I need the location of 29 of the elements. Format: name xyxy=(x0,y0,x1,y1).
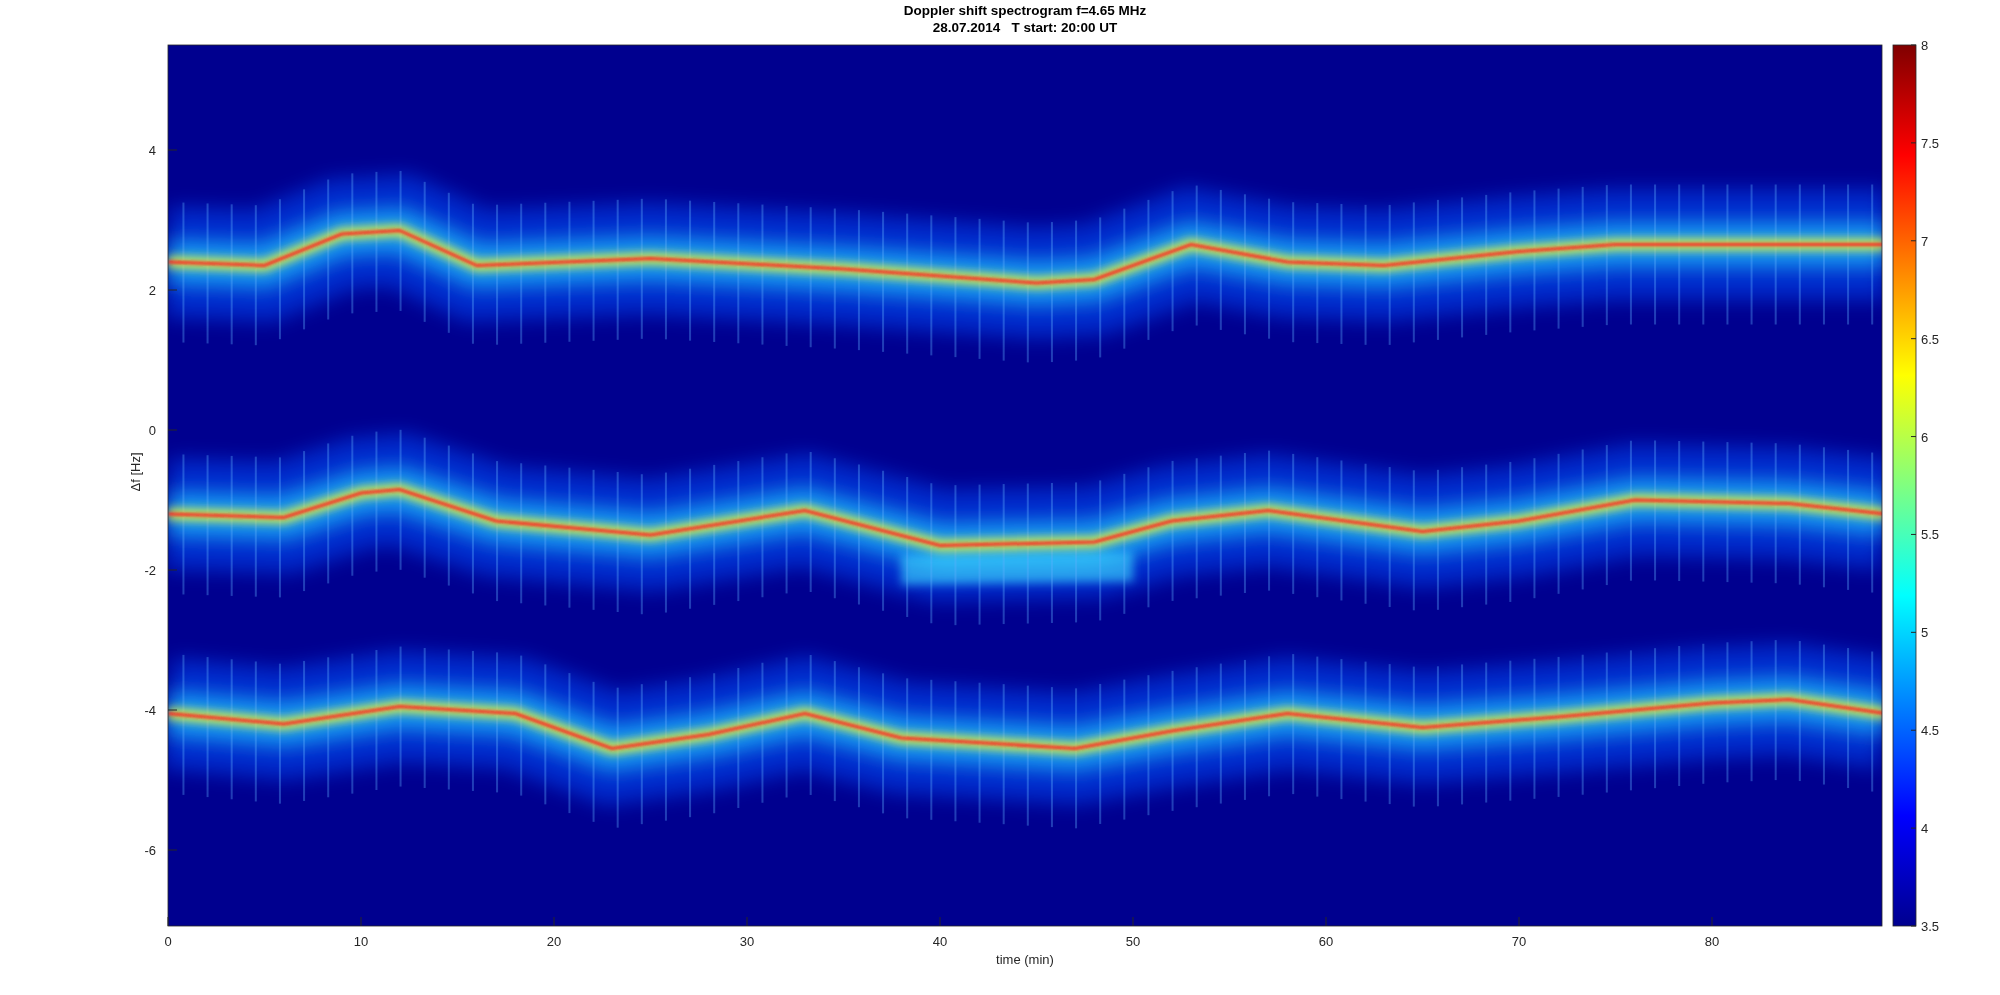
colorbar-tick-label: 8 xyxy=(1921,38,1929,53)
chart-title: 28.07.2014 T start: 20:00 UT xyxy=(932,20,1118,35)
axis-tick-label: 2 xyxy=(148,283,156,298)
axis-tick-label: 40 xyxy=(932,934,948,949)
colorbar-tick-label: 4 xyxy=(1921,821,1929,837)
axis-tick-label: 20 xyxy=(546,934,562,949)
colorbar-tick-label: 6.5 xyxy=(1921,331,1940,347)
axis-tick-label: 60 xyxy=(1318,934,1334,949)
axis-tick-label: 4 xyxy=(148,143,156,158)
colorbar-tick-label: 6 xyxy=(1921,429,1929,445)
colorbar-tick-label: 7 xyxy=(1921,233,1929,249)
colorbar-tick-label: 7.5 xyxy=(1921,135,1940,151)
axis-tick-label: -2 xyxy=(144,563,156,578)
chart-title: Doppler shift spectrogram f=4.65 MHz xyxy=(903,3,1147,18)
axis-tick-label: 30 xyxy=(739,934,755,949)
colorbar-tick-label: 5 xyxy=(1921,625,1929,641)
colorbar-tick-label: 5.5 xyxy=(1921,527,1940,543)
axis-tick-label: 0 xyxy=(164,934,172,949)
axis-tick-label: 0 xyxy=(148,423,156,438)
axis-tick-label: 10 xyxy=(353,934,369,949)
axis-label: time (min) xyxy=(996,952,1054,967)
axis-label: Δf [Hz] xyxy=(128,452,143,492)
axis-tick-label: 70 xyxy=(1511,934,1527,949)
colorbar-tick-label: 3.5 xyxy=(1921,919,1940,934)
axis-tick-label: 80 xyxy=(1704,934,1720,949)
axis-tick-label: -4 xyxy=(144,703,156,718)
colorbar-tick-label: 4.5 xyxy=(1921,723,1940,739)
axis-tick-label: -6 xyxy=(144,843,156,858)
axis-tick-label: 50 xyxy=(1125,934,1141,949)
